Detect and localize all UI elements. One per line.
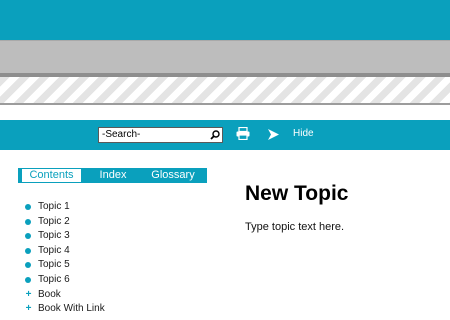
header-banner	[0, 0, 450, 40]
toc-label: Topic 5	[38, 259, 70, 270]
search-icon[interactable]	[209, 129, 221, 141]
tab-glossary[interactable]: Glossary	[146, 169, 200, 182]
toc-label: Topic 6	[38, 274, 70, 285]
toc-item-topic-3[interactable]: Topic 3	[25, 229, 165, 243]
search-input[interactable]: -Search-	[98, 127, 223, 143]
toc-label: Book With Link	[38, 303, 105, 314]
bullet-icon	[25, 204, 31, 210]
toc-item-topic-5[interactable]: Topic 5	[25, 258, 165, 272]
toolbar	[0, 120, 450, 150]
toc-label: Topic 4	[38, 245, 70, 256]
gray-band	[0, 40, 450, 73]
bullet-icon	[25, 277, 31, 283]
bullet-icon	[25, 233, 31, 239]
striped-band	[0, 77, 450, 105]
hide-button[interactable]: Hide	[293, 127, 314, 141]
toc-item-topic-4[interactable]: Topic 4	[25, 244, 165, 258]
toc-item-topic-1[interactable]: Topic 1	[25, 200, 165, 214]
toc-label: Book	[38, 289, 61, 300]
arrow-right-icon[interactable]	[268, 129, 279, 140]
toc-item-topic-6[interactable]: Topic 6	[25, 273, 165, 287]
toc-label: Topic 3	[38, 230, 70, 241]
toc-label: Topic 1	[38, 201, 70, 212]
plus-icon[interactable]: +	[25, 304, 32, 314]
topic-body: Type topic text here.	[245, 221, 345, 233]
bullet-icon	[25, 219, 31, 225]
toc-item-book-with-link[interactable]: + Book With Link	[25, 302, 165, 316]
tab-index[interactable]: Index	[95, 169, 131, 182]
printer-icon[interactable]	[236, 127, 250, 140]
spacer	[0, 105, 450, 120]
tab-contents[interactable]: Contents	[22, 169, 81, 182]
toc-item-topic-2[interactable]: Topic 2	[25, 215, 165, 229]
toc-item-book[interactable]: + Book	[25, 288, 165, 302]
toc-label: Topic 2	[38, 216, 70, 227]
bullet-icon	[25, 262, 31, 268]
topic-title: New Topic	[245, 182, 349, 205]
plus-icon[interactable]: +	[25, 290, 32, 300]
bullet-icon	[25, 248, 31, 254]
